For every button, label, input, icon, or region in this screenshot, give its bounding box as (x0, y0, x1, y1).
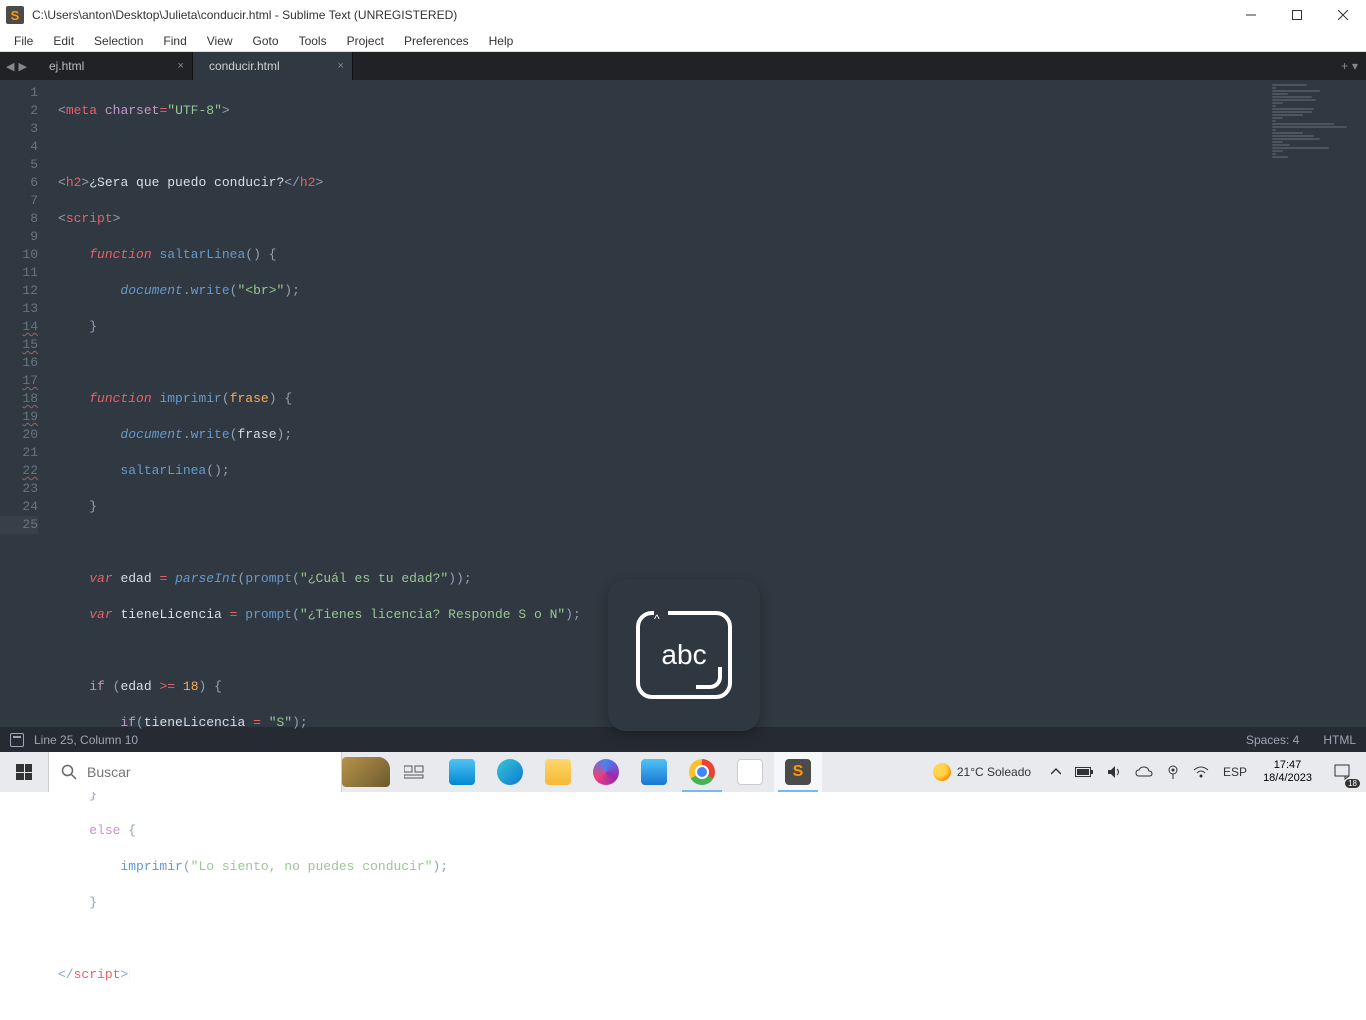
menu-find[interactable]: Find (153, 32, 196, 50)
title-bar: S C:\Users\anton\Desktop\Julieta\conduci… (0, 0, 1366, 30)
tab-close-icon[interactable]: × (178, 60, 184, 72)
clock-date: 18/4/2023 (1263, 772, 1312, 785)
tray-volume[interactable] (1101, 752, 1127, 792)
menu-file[interactable]: File (4, 32, 43, 50)
store-icon (449, 759, 475, 785)
taskbar-search[interactable] (48, 752, 342, 792)
chrome-icon (689, 759, 715, 785)
new-tab-button[interactable]: + (1341, 59, 1348, 73)
paint-icon (737, 759, 763, 785)
taskbar-edge[interactable] (486, 752, 534, 792)
taskbar-copilot[interactable] (582, 752, 630, 792)
tab-label: ej.html (49, 59, 84, 73)
menu-edit[interactable]: Edit (43, 32, 84, 50)
weather-text: 21°C Soleado (957, 765, 1031, 779)
start-button[interactable] (0, 752, 48, 792)
edge-icon (497, 759, 523, 785)
chevron-up-icon: ^ (654, 612, 660, 626)
notification-icon (1334, 764, 1350, 780)
editor[interactable]: 1 2 3 4 5 6 7 8 9 10 11 12 13 14 15 16 1… (0, 80, 1366, 727)
menu-help[interactable]: Help (479, 32, 524, 50)
tray-notifications[interactable]: 18 (1322, 752, 1362, 792)
mail-icon (641, 759, 667, 785)
tray-wifi[interactable] (1187, 752, 1215, 792)
clock-time: 17:47 (1263, 759, 1312, 772)
window-title: C:\Users\anton\Desktop\Julieta\conducir.… (32, 8, 1228, 22)
windows-icon (16, 764, 32, 780)
tab-ej[interactable]: ej.html × (33, 52, 193, 80)
bing-image-icon (342, 757, 390, 787)
copilot-icon (593, 759, 619, 785)
syntax-mode[interactable]: HTML (1323, 733, 1356, 747)
weather-widget[interactable]: 21°C Soleado (921, 763, 1043, 781)
tab-nav-back[interactable]: ◀ (6, 60, 14, 73)
taskbar-mail[interactable] (630, 752, 678, 792)
taskbar-explorer[interactable] (534, 752, 582, 792)
tray-overflow[interactable] (1045, 752, 1067, 792)
tab-label: conducir.html (209, 59, 280, 73)
tab-conducir[interactable]: conducir.html × (193, 52, 353, 80)
task-view-button[interactable] (390, 752, 438, 792)
speaker-icon (1107, 765, 1121, 779)
ime-popup: ^ abc (608, 579, 760, 731)
taskbar: S 21°C Soleado ESP 17:47 18/4/2023 18 (0, 752, 1366, 792)
search-icon (61, 764, 77, 780)
search-input[interactable] (87, 764, 329, 780)
tray-clock[interactable]: 17:47 18/4/2023 (1255, 759, 1320, 785)
minimap[interactable] (1266, 80, 1366, 727)
close-button[interactable] (1320, 0, 1366, 30)
sun-icon (933, 763, 951, 781)
menu-goto[interactable]: Goto (243, 32, 289, 50)
tab-close-icon[interactable]: × (338, 60, 344, 72)
app-icon: S (6, 6, 24, 24)
taskbar-chrome[interactable] (678, 752, 726, 792)
tab-menu-button[interactable]: ▾ (1352, 59, 1358, 73)
tab-nav-forward[interactable]: ▶ (18, 60, 26, 73)
minimize-button[interactable] (1228, 0, 1274, 30)
taskbar-deco[interactable] (342, 752, 390, 792)
menu-bar: File Edit Selection Find View Goto Tools… (0, 30, 1366, 52)
text-cursor (129, 967, 130, 982)
notification-badge: 18 (1345, 779, 1360, 788)
sublime-icon: S (785, 759, 811, 785)
task-view-icon (404, 764, 424, 780)
folder-icon (545, 759, 571, 785)
panel-toggle-icon[interactable] (10, 733, 24, 747)
menu-view[interactable]: View (197, 32, 243, 50)
battery-icon (1075, 767, 1093, 778)
maximize-button[interactable] (1274, 0, 1320, 30)
chevron-up-icon (1051, 767, 1061, 777)
tray-onedrive[interactable] (1129, 752, 1159, 792)
tray-battery[interactable] (1069, 752, 1099, 792)
tray-location[interactable] (1161, 752, 1185, 792)
location-icon (1167, 765, 1179, 779)
menu-selection[interactable]: Selection (84, 32, 153, 50)
ime-text: abc (661, 639, 706, 671)
taskbar-sublime[interactable]: S (774, 752, 822, 792)
tab-bar: ◀ ▶ ej.html × conducir.html × + ▾ (0, 52, 1366, 80)
menu-preferences[interactable]: Preferences (394, 32, 479, 50)
taskbar-store[interactable] (438, 752, 486, 792)
line-gutter: 1 2 3 4 5 6 7 8 9 10 11 12 13 14 15 16 1… (0, 80, 52, 727)
menu-project[interactable]: Project (337, 32, 394, 50)
tray-language[interactable]: ESP (1217, 752, 1253, 792)
taskbar-paint[interactable] (726, 752, 774, 792)
menu-tools[interactable]: Tools (289, 32, 337, 50)
